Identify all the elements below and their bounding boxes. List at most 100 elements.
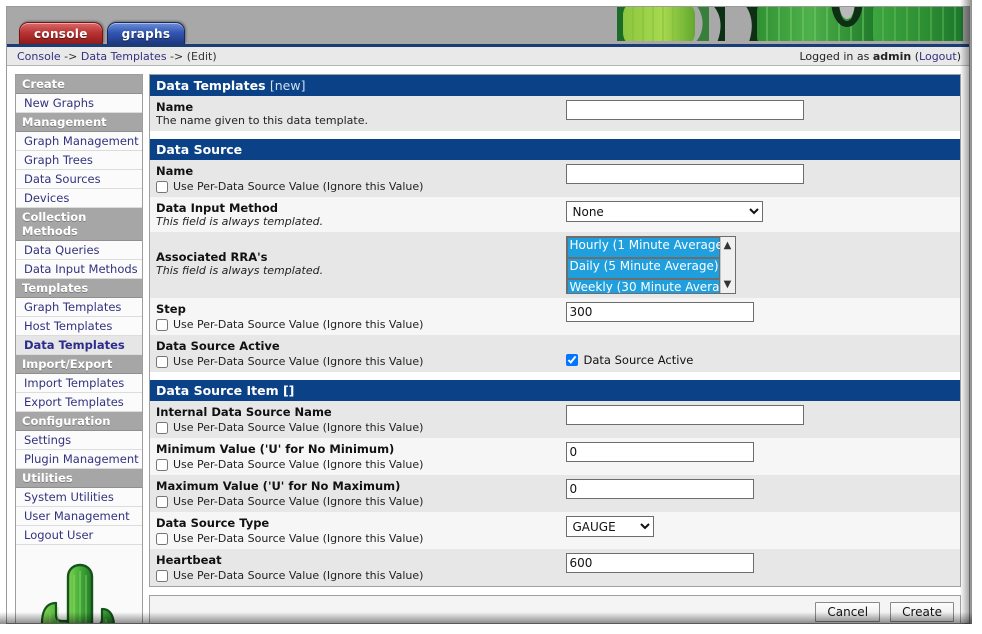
cancel-button[interactable]: Cancel — [815, 602, 881, 622]
section-suffix-new: [new] — [269, 78, 306, 93]
sidebar-item-graph-templates[interactable]: Graph Templates — [16, 298, 142, 317]
sidebar-item-devices[interactable]: Devices — [16, 189, 142, 208]
section-suffix-item: [] — [282, 383, 295, 398]
chevron-down-icon[interactable]: ▼ — [724, 280, 732, 290]
data-source-type-per-source-checkbox[interactable] — [156, 532, 168, 545]
app-header: console graphs — [7, 7, 969, 47]
cacti-logo — [16, 545, 142, 623]
data-source-type-per-source-label[interactable]: Use Per-Data Source Value (Ignore this V… — [173, 532, 423, 545]
heartbeat-per-source-checkbox[interactable] — [156, 569, 168, 582]
sidebar-menu: Create New Graphs Management Graph Manag… — [15, 74, 143, 623]
sidebar-item-data-queries[interactable]: Data Queries — [16, 241, 142, 260]
ds-name-label: Name — [156, 164, 194, 178]
minimum-value-per-source-label[interactable]: Use Per-Data Source Value (Ignore this V… — [173, 458, 423, 471]
sidebar-item-new-graphs[interactable]: New Graphs — [16, 94, 142, 113]
data-source-active-toggle-label[interactable]: Data Source Active — [584, 353, 694, 367]
maximum-value-per-source-label[interactable]: Use Per-Data Source Value (Ignore this V… — [173, 495, 423, 508]
data-source-active-per-source-label[interactable]: Use Per-Data Source Value (Ignore this V… — [173, 355, 423, 368]
sidebar-item-data-templates[interactable]: Data Templates — [16, 336, 142, 355]
maximum-value-input[interactable] — [565, 479, 754, 499]
sidebar-item-graph-management[interactable]: Graph Management — [16, 132, 142, 151]
data-source-active-per-source-checkbox[interactable] — [156, 355, 168, 368]
create-button[interactable]: Create — [890, 602, 954, 622]
minimum-value-per-source-checkbox[interactable] — [156, 458, 168, 471]
field-row-ds-name: Name Use Per-Data Source Value (Ignore t… — [149, 160, 961, 197]
step-per-source-label[interactable]: Use Per-Data Source Value (Ignore this V… — [173, 318, 423, 331]
minimum-value-input[interactable] — [565, 442, 754, 462]
logout-link[interactable]: Logout — [919, 50, 957, 63]
page-body: Create New Graphs Management Graph Manag… — [7, 66, 969, 623]
ds-name-per-source-checkbox[interactable] — [156, 180, 168, 193]
template-name-description: The name given to this data template. — [156, 114, 368, 127]
ds-name-per-source-label[interactable]: Use Per-Data Source Value (Ignore this V… — [173, 180, 423, 193]
browser-viewport: console graphs Console -> Data Templates… — [6, 6, 970, 624]
data-template-form: Data Templates [new] Name The name given… — [149, 74, 961, 587]
field-row-template-name: Name The name given to this data templat… — [149, 96, 961, 131]
ds-name-input[interactable] — [565, 164, 804, 184]
section-header-data-templates: Data Templates [new] — [149, 74, 961, 96]
tab-console[interactable]: console — [19, 22, 103, 44]
template-name-label: Name — [156, 100, 194, 114]
internal-name-input[interactable] — [565, 405, 804, 425]
field-row-step: Step Use Per-Data Source Value (Ignore t… — [149, 298, 961, 335]
sidebar-group-utilities: Utilities — [16, 469, 142, 488]
field-row-data-source-active: Data Source Active Use Per-Data Source V… — [149, 335, 961, 372]
rra-option-daily[interactable]: Daily (5 Minute Average) — [566, 258, 720, 279]
cacti-banner-image — [617, 7, 969, 41]
template-name-input[interactable] — [565, 100, 804, 120]
sidebar-group-management: Management — [16, 113, 142, 132]
sidebar-item-import-templates[interactable]: Import Templates — [16, 374, 142, 393]
breadcrumb-data-templates-link[interactable]: Data Templates — [81, 50, 167, 63]
field-row-associated-rras: Associated RRA's This field is always te… — [149, 232, 961, 298]
sidebar-item-logout-user[interactable]: Logout User — [16, 526, 142, 545]
data-input-method-select[interactable]: None — [565, 201, 763, 222]
section-header-data-source-item: Data Source Item [] — [149, 380, 961, 401]
main-tabs: console graphs — [19, 22, 186, 44]
step-per-source-checkbox[interactable] — [156, 318, 168, 331]
sidebar-item-data-input-methods[interactable]: Data Input Methods — [16, 260, 142, 279]
tab-graphs[interactable]: graphs — [106, 22, 186, 44]
rra-option-weekly[interactable]: Weekly (30 Minute Average) — [566, 279, 720, 293]
breadcrumb-separator-1: -> — [64, 49, 78, 63]
data-source-type-select[interactable]: GAUGE — [565, 516, 654, 537]
sidebar-item-user-management[interactable]: User Management — [16, 507, 142, 526]
main-content: Data Templates [new] Name The name given… — [149, 74, 961, 623]
sidebar-item-system-utilities[interactable]: System Utilities — [16, 488, 142, 507]
sidebar-item-graph-trees[interactable]: Graph Trees — [16, 151, 142, 170]
associated-rras-listbox[interactable]: Hourly (1 Minute Average) Daily (5 Minut… — [565, 236, 736, 294]
sidebar-group-configuration: Configuration — [16, 412, 142, 431]
data-source-type-label: Data Source Type — [156, 516, 270, 530]
heartbeat-per-source-label[interactable]: Use Per-Data Source Value (Ignore this V… — [173, 569, 423, 582]
field-row-internal-name: Internal Data Source Name Use Per-Data S… — [149, 401, 961, 438]
internal-name-per-source-label[interactable]: Use Per-Data Source Value (Ignore this V… — [173, 421, 423, 434]
maximum-value-label: Maximum Value ('U' for No Maximum) — [156, 479, 401, 493]
data-source-active-label: Data Source Active — [156, 339, 280, 353]
step-input[interactable] — [565, 302, 754, 322]
sidebar-group-create: Create — [16, 75, 142, 94]
field-row-data-input-method: Data Input Method This field is always t… — [149, 197, 961, 232]
rra-option-hourly[interactable]: Hourly (1 Minute Average) — [566, 237, 720, 258]
sidebar-group-import-export: Import/Export — [16, 355, 142, 374]
field-row-minimum-value: Minimum Value ('U' for No Minimum) Use P… — [149, 438, 961, 475]
maximum-value-per-source-checkbox[interactable] — [156, 495, 168, 508]
sidebar-item-settings[interactable]: Settings — [16, 431, 142, 450]
form-actions: Cancel Create — [149, 595, 961, 623]
heartbeat-input[interactable] — [565, 553, 754, 573]
minimum-value-label: Minimum Value ('U' for No Minimum) — [156, 442, 395, 456]
sidebar-item-host-templates[interactable]: Host Templates — [16, 317, 142, 336]
breadcrumb-console-link[interactable]: Console — [17, 50, 61, 63]
sidebar-item-data-sources[interactable]: Data Sources — [16, 170, 142, 189]
internal-name-per-source-checkbox[interactable] — [156, 421, 168, 434]
cacti-console-page: console graphs Console -> Data Templates… — [0, 0, 982, 634]
field-row-heartbeat: Heartbeat Use Per-Data Source Value (Ign… — [149, 549, 961, 587]
sidebar-item-export-templates[interactable]: Export Templates — [16, 393, 142, 412]
data-input-method-label: Data Input Method — [156, 201, 279, 215]
logout-paren-close: ) — [956, 49, 961, 63]
listbox-scrollbar[interactable]: ▲ ▼ — [719, 237, 735, 293]
logged-in-label: Logged in as — [799, 49, 870, 63]
sidebar-item-plugin-management[interactable]: Plugin Management — [16, 450, 142, 469]
breadcrumb: Console -> Data Templates -> (Edit) — [17, 50, 217, 63]
data-source-active-toggle[interactable] — [565, 354, 578, 366]
chevron-up-icon[interactable]: ▲ — [724, 241, 732, 251]
associated-rras-options: Hourly (1 Minute Average) Daily (5 Minut… — [566, 237, 720, 293]
